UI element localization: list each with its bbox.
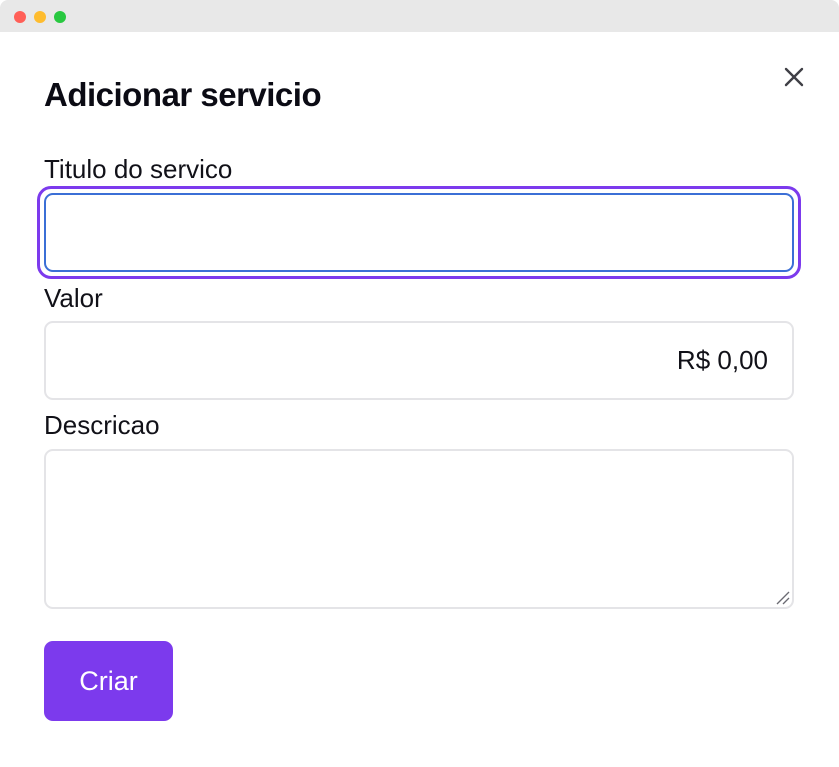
criar-button[interactable]: Criar (44, 641, 173, 721)
valor-label: Valor (44, 283, 103, 313)
close-icon[interactable] (780, 63, 808, 91)
resize-grip-glyph (776, 591, 790, 605)
window-maximize-dot[interactable] (54, 11, 66, 23)
modal-title: Adicionar servicio (44, 76, 322, 113)
resize-handle-icon[interactable] (774, 589, 790, 605)
titulo-label: Titulo do servico (44, 154, 233, 184)
descricao-textarea[interactable] (44, 449, 794, 609)
window-minimize-dot[interactable] (34, 11, 46, 23)
app-window: Adicionar servicio Titulo do servico Val… (0, 0, 839, 767)
valor-input[interactable] (44, 321, 794, 400)
descricao-label: Descricao (44, 410, 160, 440)
titulo-input[interactable] (44, 193, 794, 272)
window-titlebar (0, 0, 839, 32)
window-close-dot[interactable] (14, 11, 26, 23)
close-icon-glyph (784, 67, 804, 87)
